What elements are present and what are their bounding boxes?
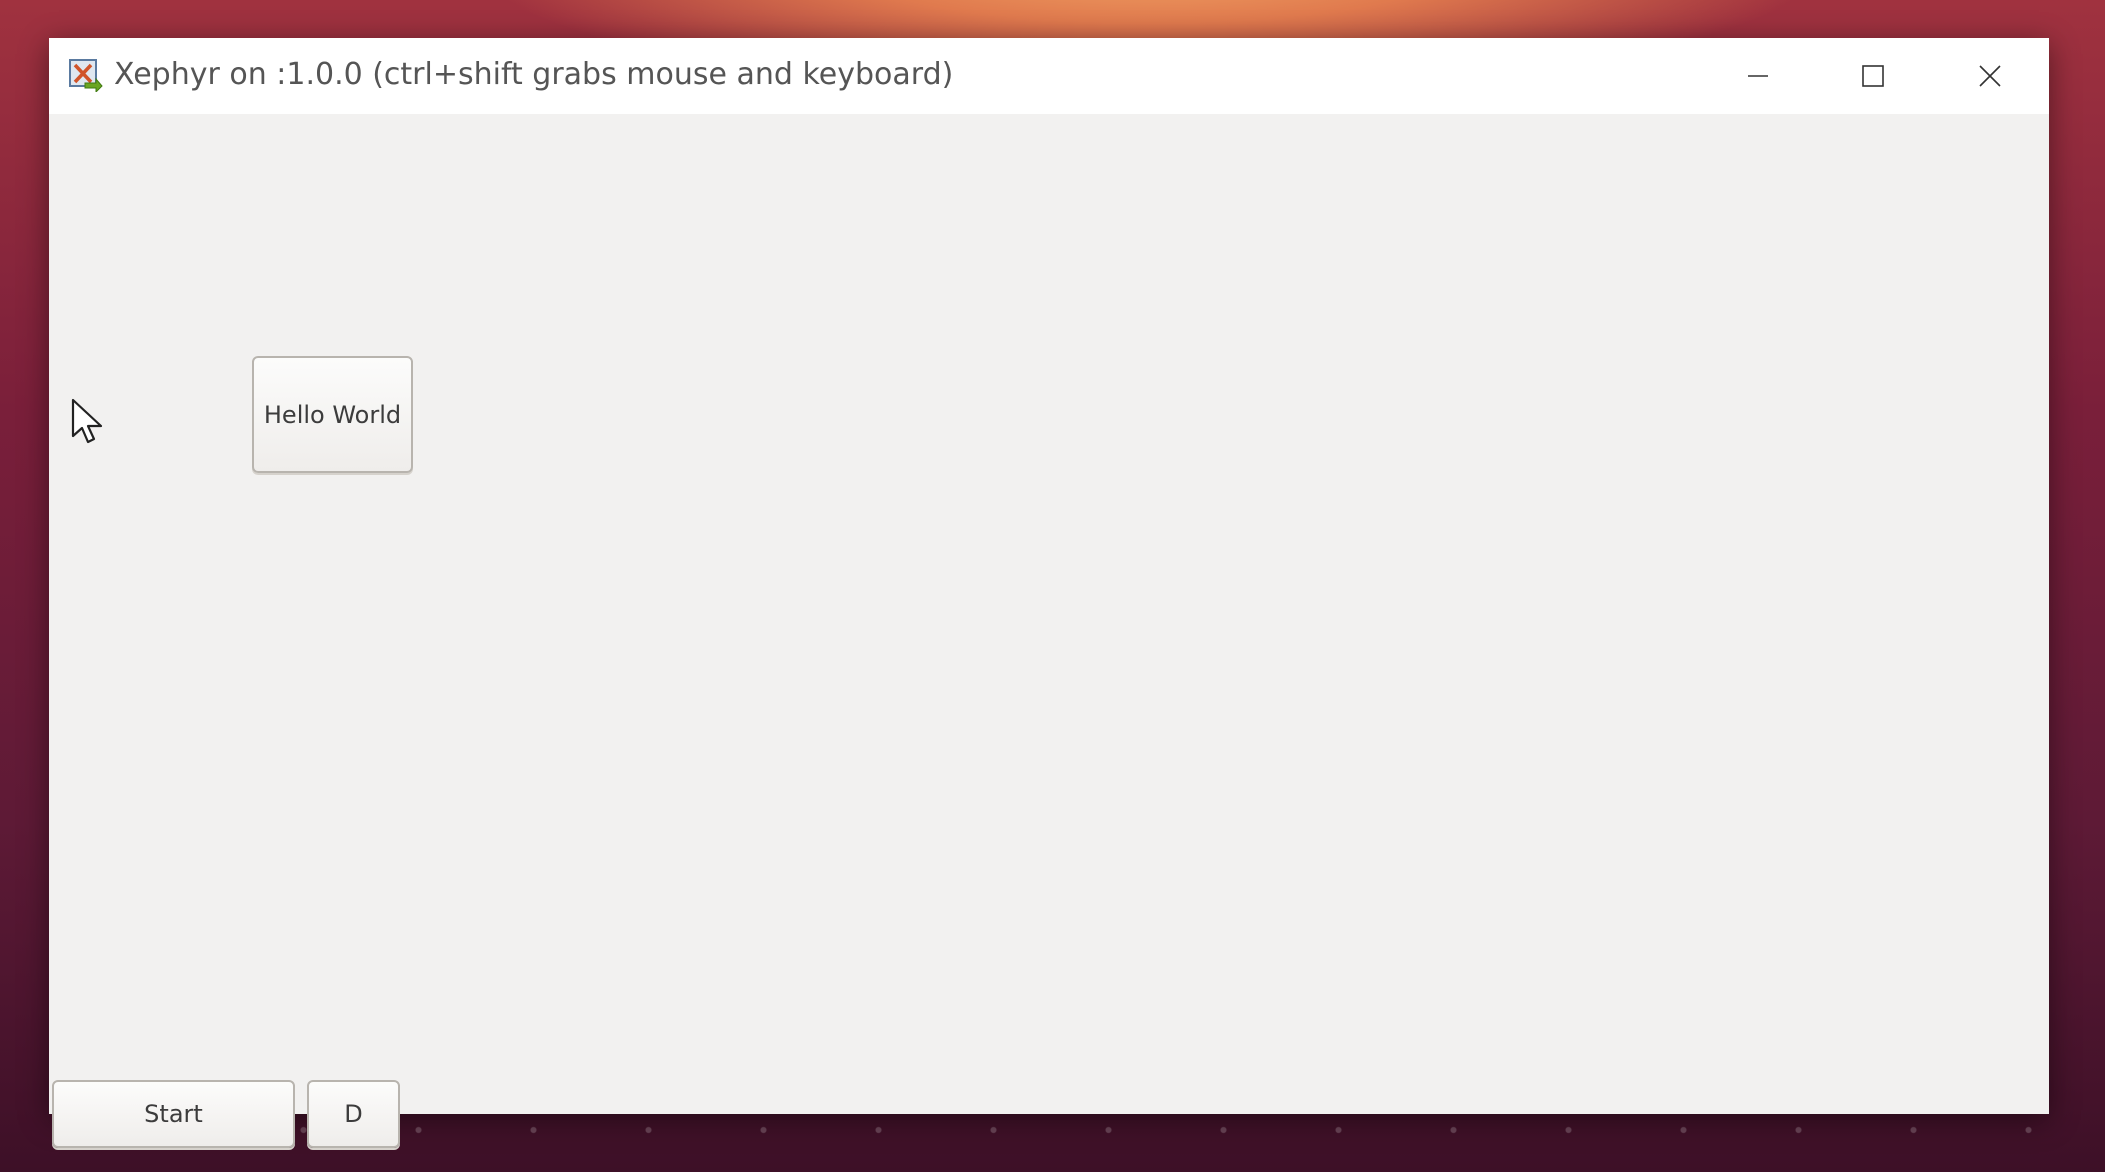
window-titlebar[interactable]: Xephyr on :1.0.0 (ctrl+shift grabs mouse… [49,38,2049,114]
d-button-label: D [344,1100,363,1128]
minimize-button[interactable] [1703,38,1813,114]
close-button[interactable] [1935,38,2045,114]
xephyr-app-icon [69,58,103,94]
close-icon [1978,64,2002,88]
start-button[interactable]: Start [52,1080,295,1148]
hello-world-button-label: Hello World [263,400,402,429]
maximize-button[interactable] [1818,38,1928,114]
hello-world-button[interactable]: Hello World [252,356,413,473]
maximize-icon [1861,64,1885,88]
window-content-area[interactable]: Hello World Start D [49,114,2049,1148]
mouse-pointer-icon [71,398,105,446]
window-title: Xephyr on :1.0.0 (ctrl+shift grabs mouse… [114,57,954,92]
minimize-icon [1746,64,1770,88]
d-button[interactable]: D [307,1080,400,1148]
start-button-label: Start [144,1100,203,1128]
xephyr-window[interactable]: Xephyr on :1.0.0 (ctrl+shift grabs mouse… [49,38,2049,1148]
